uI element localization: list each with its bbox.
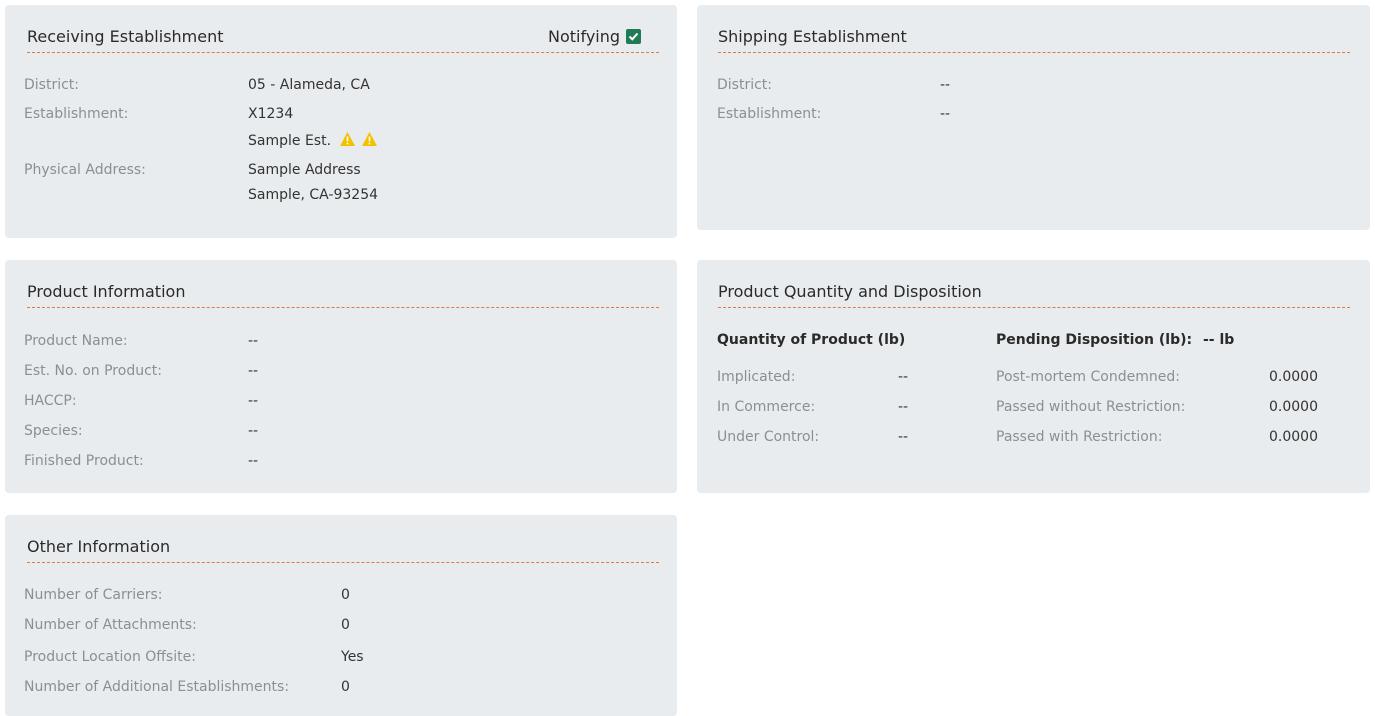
notifying-toggle[interactable]: Notifying <box>548 27 642 46</box>
establishment-value: -- <box>940 106 951 122</box>
product-info-label: Est. No. on Product: <box>24 363 162 379</box>
quantity-label: Under Control: <box>717 429 820 445</box>
district-value: 05 - Alameda, CA <box>248 77 370 93</box>
product-quantity-card: Product Quantity and Disposition Quantit… <box>697 260 1370 493</box>
product-information-card: Product Information Product Name: -- Est… <box>5 260 677 493</box>
quantity-label: In Commerce: <box>717 399 816 415</box>
disposition-label: Post-mortem Condemned: <box>996 369 1180 385</box>
other-info-label: Number of Carriers: <box>24 587 163 603</box>
district-value: -- <box>940 77 951 93</box>
product-info-label: Product Name: <box>24 333 128 349</box>
product-info-value: -- <box>248 333 259 349</box>
section-divider <box>718 307 1350 308</box>
district-label: District: <box>717 77 773 93</box>
notifying-checkbox[interactable] <box>626 29 642 44</box>
section-divider <box>718 52 1350 53</box>
product-info-label: HACCP: <box>24 393 77 409</box>
disposition-label: Passed with Restriction: <box>996 429 1163 445</box>
disposition-label: Passed without Restriction: <box>996 399 1186 415</box>
establishment-name: Sample Est. <box>248 133 332 149</box>
establishment-id: X1234 <box>248 106 294 122</box>
other-info-label: Product Location Offsite: <box>24 649 196 665</box>
other-info-label: Number of Attachments: <box>24 617 197 633</box>
quantity-header: Quantity of Product (lb) <box>717 332 906 348</box>
other-info-value: Yes <box>341 649 364 665</box>
product-information-title: Product Information <box>27 282 186 301</box>
address-line-2: Sample, CA-93254 <box>248 187 379 203</box>
establishment-name-row: Sample Est. <box>248 131 378 149</box>
address-line-1: Sample Address <box>248 162 361 178</box>
quantity-value: -- <box>898 369 909 385</box>
section-divider <box>27 52 659 53</box>
pending-disposition-label: Pending Disposition (lb): <box>996 332 1193 348</box>
other-info-label: Number of Additional Establishments: <box>24 679 290 695</box>
quantity-label: Implicated: <box>717 369 796 385</box>
shipping-establishment-title: Shipping Establishment <box>718 27 907 46</box>
district-label: District: <box>24 77 80 93</box>
product-info-value: -- <box>248 363 259 379</box>
product-info-value: -- <box>248 453 259 469</box>
section-divider <box>27 307 659 308</box>
other-info-value: 0 <box>341 587 350 603</box>
shipping-establishment-card: Shipping Establishment District: -- Esta… <box>697 5 1370 230</box>
disposition-value: 0.0000 <box>1269 429 1318 445</box>
product-info-label: Finished Product: <box>24 453 144 469</box>
notifying-label: Notifying <box>548 27 621 46</box>
warning-icon[interactable] <box>339 131 356 147</box>
physical-address-label: Physical Address: <box>24 162 146 178</box>
other-information-title: Other Information <box>27 537 171 556</box>
product-info-label: Species: <box>24 423 83 439</box>
warning-icon[interactable] <box>361 131 378 147</box>
pending-disposition-value: -- lb <box>1202 332 1235 348</box>
establishment-label: Establishment: <box>24 106 129 122</box>
other-information-card: Other Information Number of Carriers: 0 … <box>5 515 677 716</box>
disposition-value: 0.0000 <box>1269 399 1318 415</box>
quantity-value: -- <box>898 399 909 415</box>
other-info-value: 0 <box>341 617 350 633</box>
disposition-value: 0.0000 <box>1269 369 1318 385</box>
other-info-value: 0 <box>341 679 350 695</box>
receiving-establishment-card: Receiving Establishment Notifying Distri… <box>5 5 677 238</box>
check-icon <box>628 32 639 41</box>
section-divider <box>27 562 659 563</box>
pending-disposition-header: Pending Disposition (lb): -- lb <box>996 332 1234 348</box>
product-info-value: -- <box>248 423 259 439</box>
product-quantity-title: Product Quantity and Disposition <box>718 282 982 301</box>
establishment-label: Establishment: <box>717 106 822 122</box>
quantity-value: -- <box>898 429 909 445</box>
product-info-value: -- <box>248 393 259 409</box>
receiving-establishment-title: Receiving Establishment <box>27 27 224 46</box>
